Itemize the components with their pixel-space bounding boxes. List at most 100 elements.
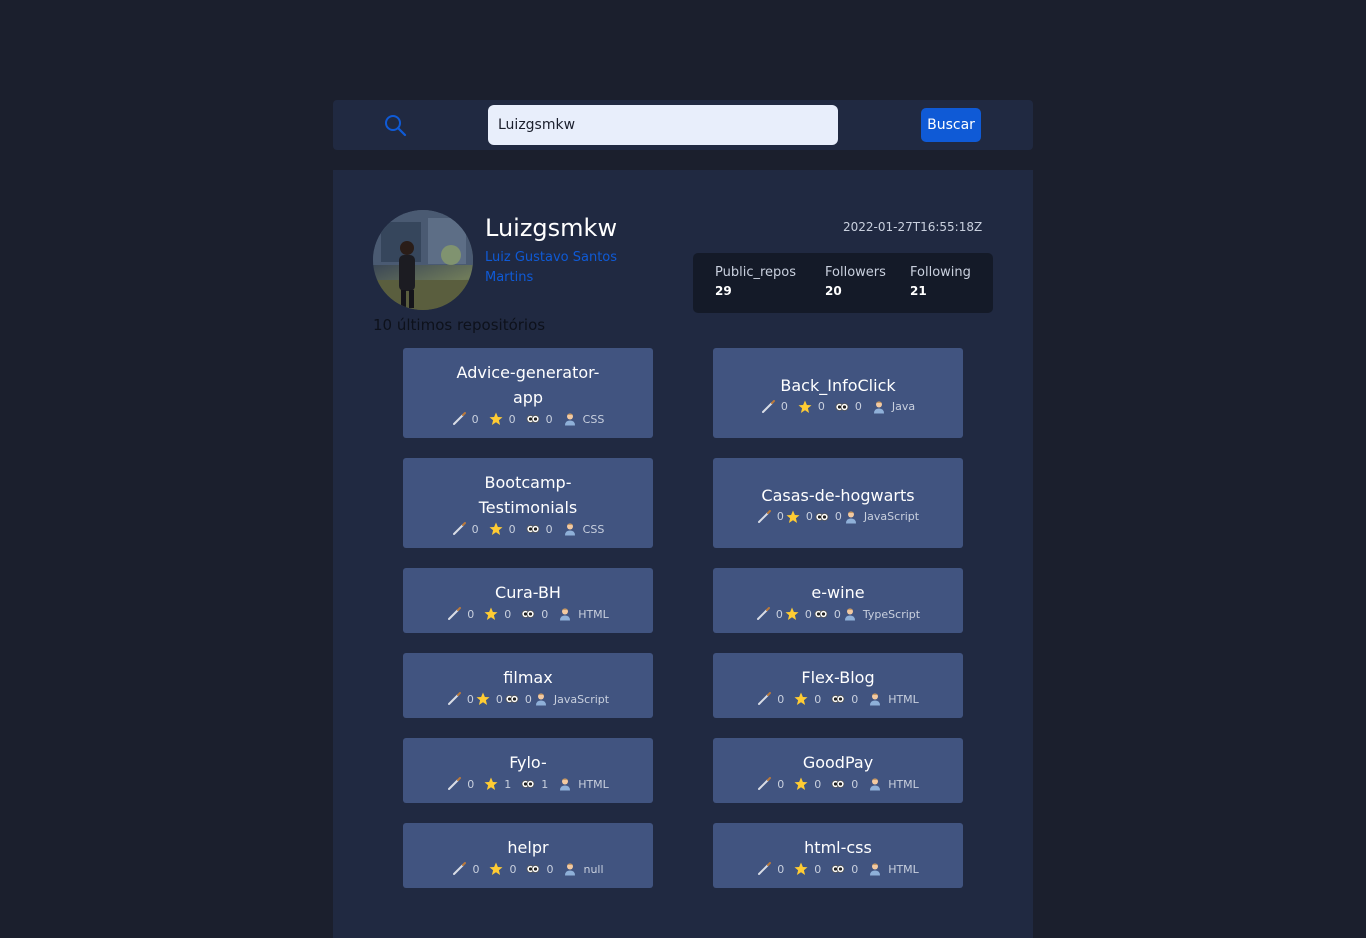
search-icon[interactable] xyxy=(383,113,407,137)
repo-card[interactable]: Flex-Blog 0 0 0 HTML xyxy=(713,653,963,718)
repo-stars: 1 xyxy=(484,777,511,791)
repo-watchers-value: 0 xyxy=(546,862,554,876)
repo-card[interactable]: helpr 0 0 0 null xyxy=(403,823,653,888)
stat-value: 29 xyxy=(715,284,732,298)
repo-card[interactable]: Casas-de-hogwarts 0 0 0 JavaScript xyxy=(713,458,963,548)
repo-stars-value: 0 xyxy=(814,692,822,706)
repo-watchers: 0 xyxy=(526,862,553,876)
repo-forks-value: 0 xyxy=(775,607,783,621)
repo-language: HTML xyxy=(558,777,609,791)
repo-card[interactable]: filmax 0 0 0 JavaScript xyxy=(403,653,653,718)
repo-stars-value: 0 xyxy=(804,607,812,621)
repo-language: JavaScript xyxy=(534,692,609,706)
repo-watchers-value: 0 xyxy=(834,510,842,523)
repo-title: helpr xyxy=(507,838,549,857)
repo-card[interactable]: html-css 0 0 0 HTML xyxy=(713,823,963,888)
repo-card[interactable]: Fylo- 0 1 1 HTML xyxy=(403,738,653,803)
eyes-icon xyxy=(521,780,535,788)
star-icon xyxy=(786,510,800,523)
repo-meta: 0 0 0 CSS xyxy=(452,412,604,426)
repo-meta: 0 0 0 JavaScript xyxy=(447,692,609,706)
repo-language-value: null xyxy=(583,862,604,876)
repo-forks-value: 0 xyxy=(467,607,475,621)
repo-meta: 0 0 0 HTML xyxy=(757,777,919,791)
repo-stars-value: 0 xyxy=(817,400,825,413)
pen-icon xyxy=(758,862,772,875)
repo-forks: 0 xyxy=(452,412,479,426)
eyes-icon xyxy=(526,415,540,423)
repo-stars-value: 0 xyxy=(814,777,822,791)
repo-language-value: HTML xyxy=(888,862,919,876)
repo-forks-value: 0 xyxy=(776,510,784,523)
repo-title: Bootcamp-Testimonials xyxy=(478,473,578,517)
repo-stars-value: 0 xyxy=(805,510,813,523)
repo-language: null xyxy=(563,862,604,876)
repo-card[interactable]: Advice-generator-app 0 0 0 CSS xyxy=(403,348,653,438)
avatar-photo xyxy=(373,210,473,310)
star-icon xyxy=(484,607,498,620)
repo-card[interactable]: Back_InfoClick 0 0 0 Java xyxy=(713,348,963,438)
repo-meta: 0 0 0 Java xyxy=(761,399,916,414)
repo-language-value: Java xyxy=(891,400,916,413)
repo-forks-value: 0 xyxy=(777,862,785,876)
user-name-link[interactable]: Luiz Gustavo Santos Martins xyxy=(485,248,645,288)
user-login: Luizgsmkw xyxy=(485,214,618,242)
search-input[interactable] xyxy=(488,105,838,145)
repo-forks: 0 xyxy=(757,509,784,524)
repo-language-value: HTML xyxy=(578,607,609,621)
pen-icon xyxy=(452,522,466,535)
repo-card[interactable]: Bootcamp-Testimonials 0 0 0 CSS xyxy=(403,458,653,548)
stats-box: Public_repos 29 Followers 20 Following 2… xyxy=(693,253,993,313)
star-icon xyxy=(794,692,808,705)
repo-title: Advice-generator-app xyxy=(456,363,600,407)
stat-followers: Followers 20 xyxy=(825,265,886,298)
repo-stars: 0 xyxy=(786,510,813,524)
repo-card[interactable]: GoodPay 0 0 0 HTML xyxy=(713,738,963,803)
repo-watchers-value: 0 xyxy=(854,400,862,413)
repo-stars: 0 xyxy=(489,522,516,536)
created-at: 2022-01-27T16:55:18Z xyxy=(843,220,983,234)
repo-meta: 0 0 0 JavaScript xyxy=(757,509,919,524)
repo-stars-value: 0 xyxy=(495,692,503,706)
person-icon xyxy=(844,608,855,621)
repo-language-value: HTML xyxy=(888,692,919,706)
person-icon xyxy=(870,778,881,791)
pen-icon xyxy=(758,777,772,790)
repo-forks-value: 0 xyxy=(467,777,475,791)
repo-stars: 0 xyxy=(489,862,516,876)
person-icon xyxy=(565,863,576,876)
repo-meta: 0 0 0 CSS xyxy=(452,522,605,536)
repo-stars-value: 1 xyxy=(504,777,512,791)
eyes-icon xyxy=(521,610,535,618)
pen-icon xyxy=(758,692,772,705)
repo-language-value: TypeScript xyxy=(862,607,921,621)
repo-language: HTML xyxy=(868,777,919,791)
repo-forks: 0 xyxy=(757,692,784,706)
search-button[interactable]: Buscar xyxy=(921,108,981,142)
repo-stars: 0 xyxy=(489,412,516,426)
repo-language: HTML xyxy=(868,692,919,706)
repo-watchers-value: 0 xyxy=(545,412,553,426)
repo-meta: 0 1 1 HTML xyxy=(447,777,609,791)
stat-label: Public_repos xyxy=(715,265,797,280)
stat-value: 21 xyxy=(910,284,927,298)
eyes-icon xyxy=(831,865,845,873)
person-icon xyxy=(845,511,856,523)
repo-card[interactable]: Cura-BH 0 0 0 HTML xyxy=(403,568,653,633)
repo-title: Casas-de-hogwarts xyxy=(761,485,915,505)
repo-card[interactable]: e-wine 0 0 0 TypeScript xyxy=(713,568,963,633)
repo-watchers: 0 xyxy=(835,400,862,414)
repo-title: html-css xyxy=(804,838,872,857)
repo-title: Back_InfoClick xyxy=(780,375,896,395)
eyes-icon xyxy=(835,402,849,411)
repo-stars-value: 0 xyxy=(814,862,822,876)
repo-forks-value: 0 xyxy=(471,412,479,426)
person-icon xyxy=(535,693,546,706)
repo-language: JavaScript xyxy=(844,510,919,524)
repo-meta: 0 0 0 HTML xyxy=(757,862,919,876)
repo-language-value: CSS xyxy=(582,522,605,536)
eyes-icon xyxy=(814,610,828,618)
star-icon xyxy=(489,412,503,425)
repo-stars-value: 0 xyxy=(508,412,516,426)
stat-label: Followers xyxy=(825,265,886,280)
